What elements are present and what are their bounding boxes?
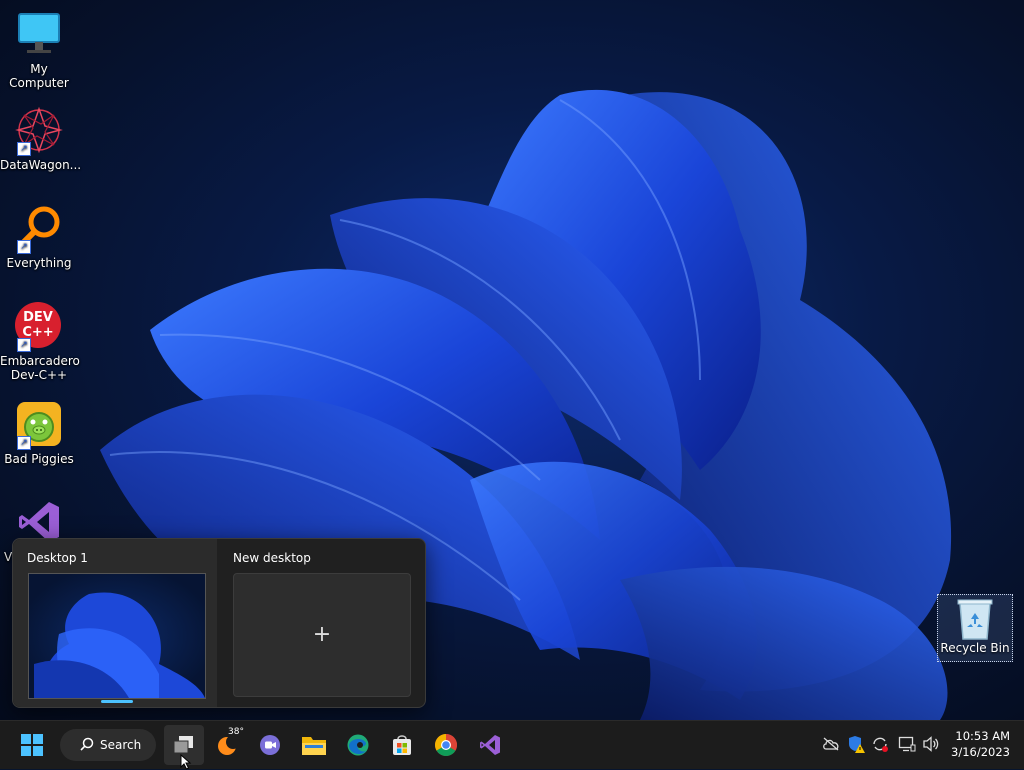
recycle-bin-icon	[955, 597, 995, 641]
plus-icon: +	[312, 622, 332, 647]
desktop-icon-label: Recycle Bin	[940, 641, 1010, 655]
clock-time: 10:53 AM	[955, 729, 1010, 743]
dev-cpp-logo-icon: DEV C++ ↗	[15, 302, 63, 352]
virtual-desktop-1[interactable]: Desktop 1	[13, 539, 217, 707]
file-explorer-button[interactable]	[294, 725, 334, 765]
shortcut-arrow-icon: ↗	[17, 338, 31, 352]
start-icon	[21, 734, 43, 756]
virtual-desktop-title: Desktop 1	[27, 551, 88, 565]
onedrive-offline-icon	[823, 737, 839, 751]
desktop-icon-datawagon[interactable]: ↗ DataWagon...	[0, 106, 82, 172]
shortcut-arrow-icon: ↗	[17, 142, 31, 156]
search-icon	[80, 737, 94, 754]
edge-button[interactable]	[338, 725, 378, 765]
file-explorer-icon	[302, 737, 326, 755]
network-button[interactable]	[898, 735, 916, 753]
search-button[interactable]: Search	[60, 729, 156, 761]
weather-temperature: 38°	[228, 727, 244, 737]
monitor-icon	[15, 10, 63, 58]
virtual-desktops-flyout: Desktop 1 New desktop +	[12, 538, 426, 708]
teams-chat-button[interactable]	[250, 725, 290, 765]
defender-warning-button[interactable]	[847, 735, 865, 753]
virtual-desktop-title: New desktop	[233, 551, 311, 565]
selected-desktop-indicator	[101, 700, 133, 703]
new-desktop-card[interactable]: New desktop +	[219, 539, 425, 707]
new-desktop-button[interactable]: +	[233, 573, 411, 697]
desktop-icon-label: Bad Piggies	[4, 452, 74, 466]
volume-icon	[923, 736, 939, 752]
task-view-icon	[173, 736, 193, 754]
volume-button[interactable]	[922, 735, 940, 753]
store-icon	[393, 735, 411, 755]
bad-piggies-icon: ↗	[15, 400, 63, 450]
taskbar: Search 38° 10:53 AM 3/16/2023	[0, 720, 1024, 769]
clock-date: 3/16/2023	[951, 745, 1010, 759]
shortcut-arrow-icon: ↗	[17, 240, 31, 254]
desktop-icon-recycle-bin[interactable]: Recycle Bin	[937, 594, 1013, 662]
magnifier-icon: ↗	[15, 204, 63, 254]
network-icon	[898, 736, 916, 752]
desktop-icon-label: Embarcadero Dev-C++	[0, 354, 80, 382]
chrome-icon	[435, 734, 457, 756]
desktop-icon-bad-piggies[interactable]: ↗ Bad Piggies	[0, 400, 78, 466]
sync-status-button[interactable]	[871, 735, 889, 753]
defender-warning-icon	[849, 736, 865, 753]
teams-chat-icon	[260, 735, 280, 755]
onedrive-offline-button[interactable]	[822, 735, 840, 753]
weather-widget-button[interactable]: 38°	[208, 725, 248, 765]
visual-studio-button[interactable]	[470, 725, 510, 765]
sync-icon	[873, 737, 888, 752]
desktop-icon-label: DataWagon...	[0, 158, 82, 172]
edge-icon	[347, 734, 369, 756]
desktop-icon-my-computer[interactable]: My Computer	[0, 10, 78, 90]
store-button[interactable]	[382, 725, 422, 765]
desktop-icon-label: Everything	[6, 256, 72, 270]
shortcut-arrow-icon: ↗	[17, 436, 31, 450]
datawagon-logo-icon: ↗	[15, 106, 63, 156]
desktop-icon-label: My Computer	[9, 62, 69, 90]
desktop-icon-everything[interactable]: ↗ Everything	[0, 204, 78, 270]
system-clock[interactable]: 10:53 AM 3/16/2023	[940, 728, 1010, 760]
visual-studio-icon	[480, 735, 500, 755]
search-label: Search	[100, 738, 142, 752]
start-button[interactable]	[12, 725, 52, 765]
chrome-button[interactable]	[426, 725, 466, 765]
virtual-desktop-thumbnail[interactable]	[28, 573, 206, 699]
desktop-icon-dev-cpp[interactable]: DEV C++ ↗ Embarcadero Dev-C++	[0, 302, 80, 382]
